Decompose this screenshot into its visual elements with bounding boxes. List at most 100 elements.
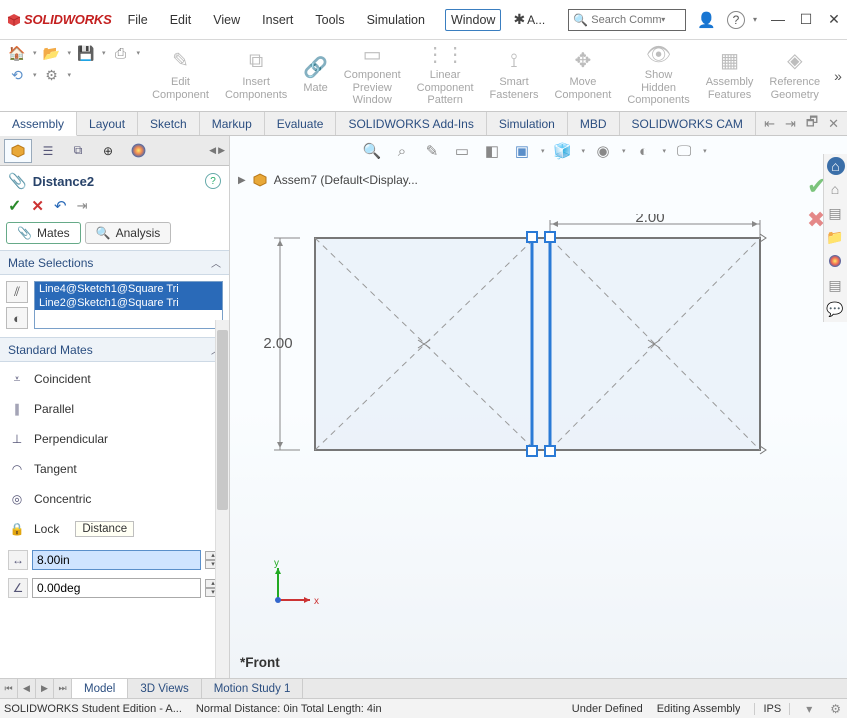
ribbon-smart-fasteners[interactable]: ⟟Smart Fasteners (482, 42, 547, 109)
forum-icon[interactable]: 💬 (824, 298, 846, 320)
mate-entities-icon[interactable]: ⫽ (6, 281, 28, 303)
breadcrumb[interactable]: ▶ Assem7 (Default<Display... (238, 172, 418, 188)
status-caret-icon[interactable]: ▾ (804, 702, 814, 716)
panel-close-icon[interactable]: ✕ (828, 116, 839, 132)
custom-props-icon[interactable]: ▤ (824, 274, 846, 296)
home-icon[interactable]: 🏠 (8, 44, 26, 62)
ribbon-edit-component[interactable]: ✎Edit Component (144, 42, 217, 109)
menu-view[interactable]: View (211, 9, 242, 31)
selection-item-2[interactable]: Line2@Sketch1@Square Tri (35, 296, 222, 310)
close-button[interactable]: ✕ (827, 11, 841, 28)
ribbon-reference-geometry[interactable]: ◈Reference Geometry (761, 42, 828, 109)
panel-next-icon[interactable]: ▶ (218, 145, 225, 156)
previous-view-icon[interactable]: ✎ (420, 140, 444, 162)
subtab-analysis[interactable]: 🔍Analysis (85, 222, 172, 244)
ribbon-component-preview[interactable]: ▭Component Preview Window (336, 42, 409, 109)
btab-motion[interactable]: Motion Study 1 (202, 679, 304, 698)
help-icon[interactable]: ? (727, 11, 745, 29)
ribbon-assembly-features[interactable]: ▦Assembly Features (698, 42, 762, 109)
view-palette-icon[interactable]: 📁 (824, 226, 846, 248)
resources-icon[interactable]: ⌂ (827, 157, 845, 175)
nav-first-icon[interactable]: ⏮ (0, 679, 18, 698)
display-style-icon[interactable]: ◧ (480, 140, 504, 162)
feature-tree-icon[interactable] (4, 139, 32, 163)
appearances-icon[interactable] (824, 250, 846, 272)
pushpin-icon[interactable]: ⇥ (77, 198, 88, 214)
mate-align-icon[interactable]: ◐ (6, 307, 28, 329)
mate-perpendicular[interactable]: ⊥Perpendicular (0, 424, 229, 454)
scene-icon[interactable]: ◉ (591, 140, 615, 162)
tab-mbd[interactable]: MBD (568, 112, 620, 135)
search-dropdown-icon[interactable]: ▾ (661, 15, 665, 24)
tab-layout[interactable]: Layout (77, 112, 138, 135)
zoom-fit-icon[interactable]: 🔍 (360, 140, 384, 162)
rebuild-icon[interactable]: ⟲ (8, 66, 26, 84)
mate-tangent[interactable]: ◠Tangent (0, 454, 229, 484)
distance-input[interactable] (32, 550, 201, 570)
panel-left-icon[interactable]: ⇤ (764, 116, 775, 132)
ok-button[interactable]: ✓ (8, 196, 21, 216)
subtab-mates[interactable]: 📎Mates (6, 222, 81, 244)
configuration-icon[interactable]: ⧉ (64, 139, 92, 163)
extra-menu[interactable]: ✱ A... (513, 11, 545, 28)
search-input[interactable] (591, 14, 661, 26)
section-view-icon[interactable]: ▭ (450, 140, 474, 162)
design-library-icon[interactable]: ⌂ (824, 178, 846, 200)
btab-model[interactable]: Model (72, 679, 128, 698)
hide-show-icon[interactable]: 🧊 (551, 140, 575, 162)
graphics-area[interactable]: 🔍 ⌕ ✎ ▭ ◧ ▣▾ 🧊▾ ◉▾ ◐▾ 🖵▾ ▶ Assem7 (Defau… (230, 136, 847, 678)
tab-addins[interactable]: SOLIDWORKS Add-Ins (336, 112, 486, 135)
panel-right-icon[interactable]: ⇥ (785, 116, 796, 132)
save-icon[interactable]: 💾 (77, 44, 95, 62)
minimize-button[interactable]: — (771, 11, 785, 28)
menu-tools[interactable]: Tools (313, 9, 346, 31)
mate-lock[interactable]: 🔒LockDistance (0, 514, 229, 544)
mate-coincident[interactable]: ⩡Coincident (0, 364, 229, 394)
menu-edit[interactable]: Edit (168, 9, 194, 31)
nav-prev-icon[interactable]: ◀ (18, 679, 36, 698)
panel-prev-icon[interactable]: ◀ (209, 145, 216, 156)
menu-insert[interactable]: Insert (260, 9, 295, 31)
panel-scrollbar[interactable] (215, 320, 229, 678)
apply-scene-icon[interactable]: ◐ (632, 140, 656, 162)
command-search[interactable]: 🔍 ▾ (568, 9, 686, 31)
property-manager-icon[interactable]: ☰ (34, 139, 62, 163)
open-icon[interactable]: 📂 (43, 44, 61, 62)
maximize-button[interactable]: ☐ (799, 11, 813, 28)
zoom-area-icon[interactable]: ⌕ (390, 140, 414, 162)
section-standard-mates[interactable]: Standard Mates︿ (0, 337, 229, 362)
mate-concentric[interactable]: ◎Concentric (0, 484, 229, 514)
nav-last-icon[interactable]: ⏭ (54, 679, 72, 698)
ribbon-overflow-icon[interactable]: » (828, 68, 847, 84)
tab-sketch[interactable]: Sketch (138, 112, 200, 135)
panel-restore-icon[interactable]: 🗗 (806, 113, 818, 135)
undo-button[interactable]: ↶ (54, 197, 67, 215)
print-icon[interactable]: ⎙ (112, 44, 130, 62)
tab-markup[interactable]: Markup (200, 112, 265, 135)
tab-cam[interactable]: SOLIDWORKS CAM (620, 112, 756, 135)
login-icon[interactable]: 👤 (694, 8, 719, 32)
ribbon-mate[interactable]: 🔗Mate (295, 42, 335, 109)
tab-assembly[interactable]: Assembly (0, 112, 77, 136)
angle-input[interactable] (32, 578, 201, 598)
ribbon-insert-components[interactable]: ⧉Insert Components (217, 42, 295, 109)
section-mate-selections[interactable]: Mate Selections︿ (0, 250, 229, 275)
ribbon-show-hidden[interactable]: 👁Show Hidden Components (619, 42, 697, 109)
tab-simulation[interactable]: Simulation (487, 112, 568, 135)
view-orientation-icon[interactable]: ▣ (510, 140, 534, 162)
menu-simulation[interactable]: Simulation (365, 9, 427, 31)
display-icon[interactable] (124, 139, 152, 163)
help-dropdown-icon[interactable]: ▾ (753, 15, 757, 24)
status-gear-icon[interactable]: ⚙ (828, 702, 843, 716)
menu-window[interactable]: Window (445, 9, 501, 31)
file-explorer-icon[interactable]: ▤ (824, 202, 846, 224)
view-settings-icon[interactable]: 🖵 (672, 140, 696, 162)
options-icon[interactable]: ⚙ (43, 66, 61, 84)
status-units[interactable]: IPS (754, 703, 790, 715)
selection-list[interactable]: Line4@Sketch1@Square Tri Line2@Sketch1@S… (34, 281, 223, 329)
tab-evaluate[interactable]: Evaluate (265, 112, 337, 135)
selection-item-1[interactable]: Line4@Sketch1@Square Tri (35, 282, 222, 296)
mate-parallel[interactable]: ∥Parallel (0, 394, 229, 424)
ribbon-move-component[interactable]: ✥Move Component (546, 42, 619, 109)
menu-file[interactable]: File (126, 9, 150, 31)
